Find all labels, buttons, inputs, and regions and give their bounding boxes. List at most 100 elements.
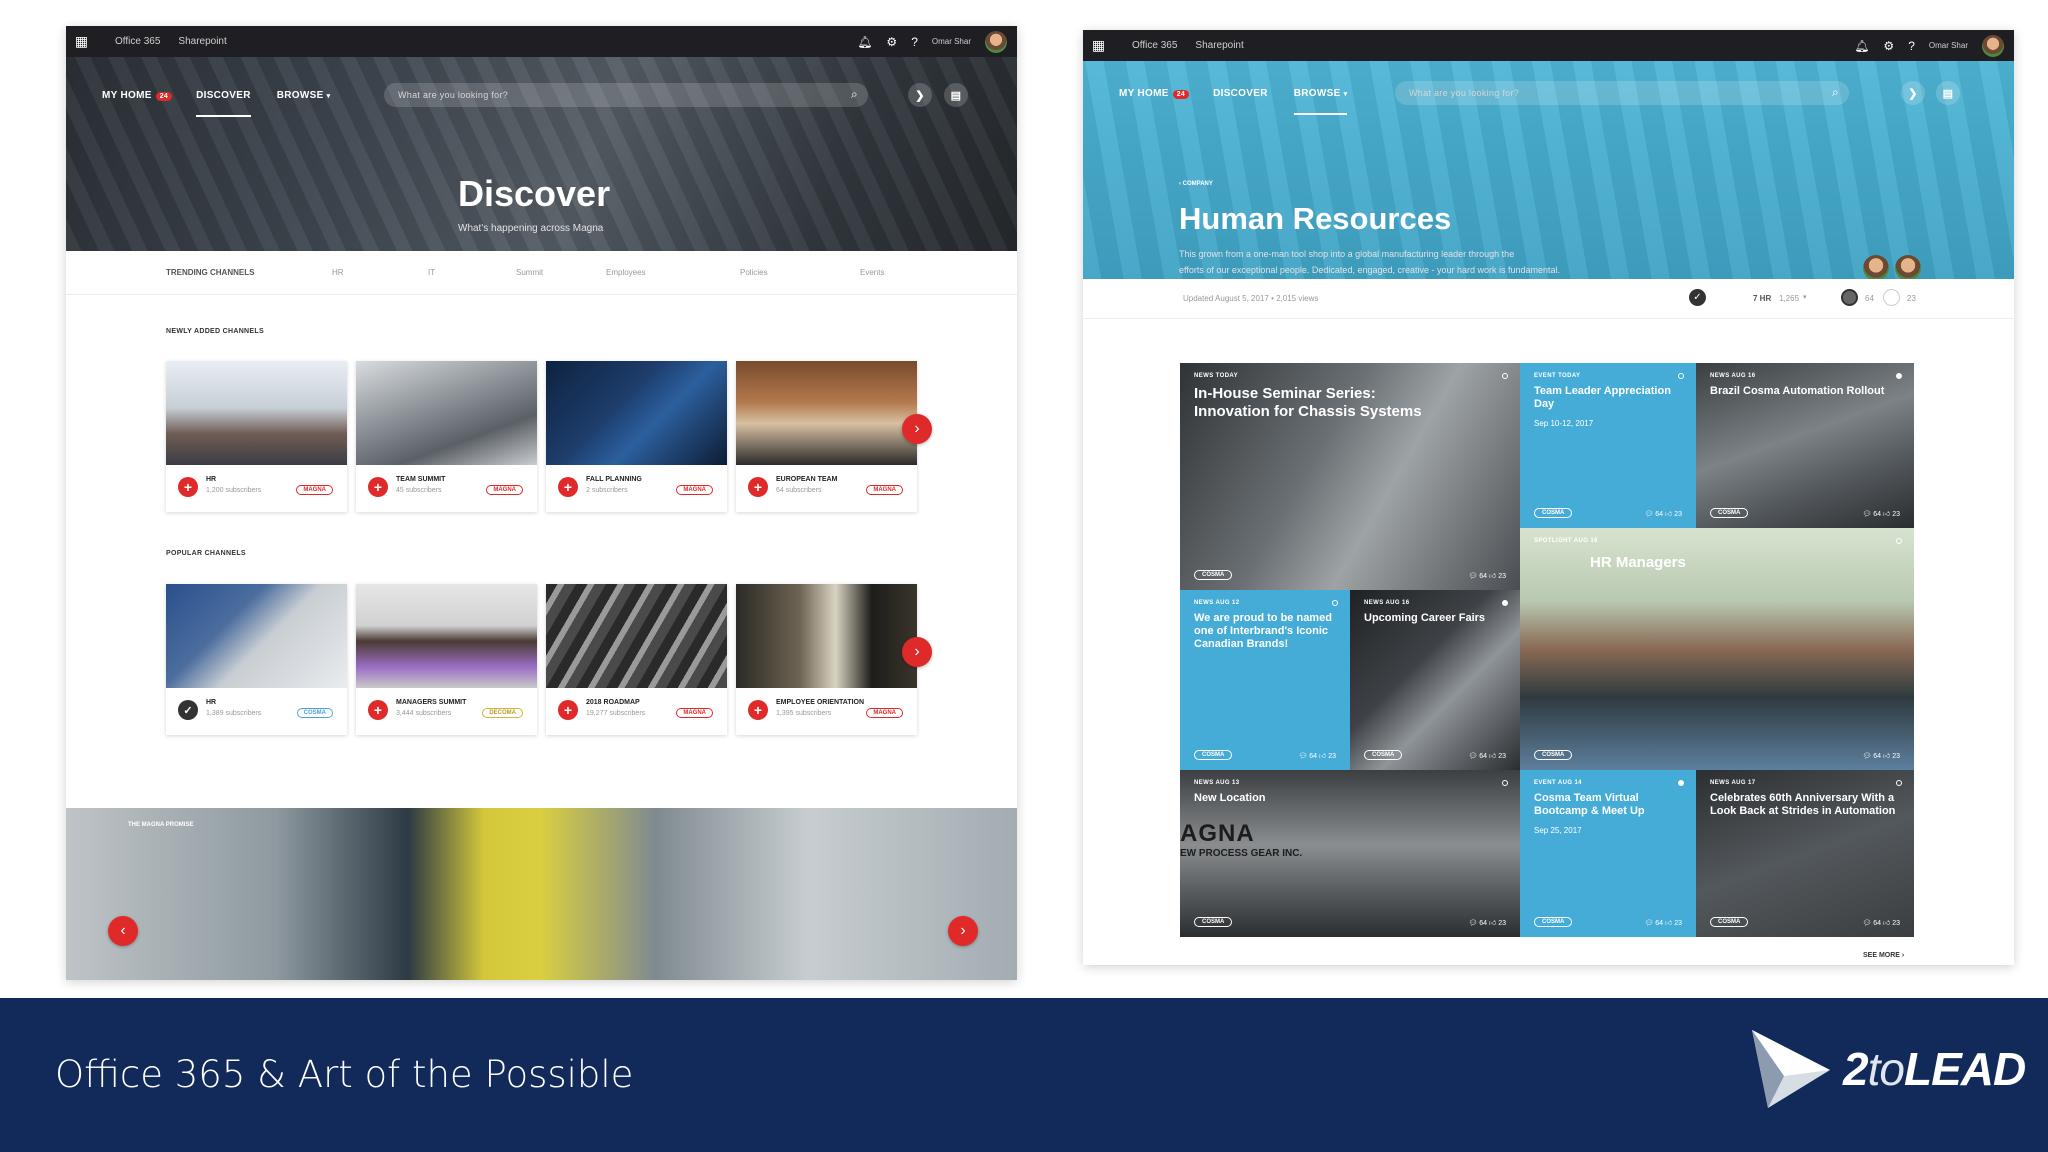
suite-site-link[interactable]: Sharepoint [1195, 40, 1243, 51]
help-icon[interactable]: ? [911, 35, 918, 49]
search-icon[interactable]: ⌕ [1832, 85, 1839, 100]
trending-item[interactable]: HR [332, 268, 344, 277]
channel-subscribers: 45 subscribers [396, 487, 442, 494]
channel-card[interactable]: + EUROPEAN TEAM 64 subscribers MAGNA [736, 361, 917, 512]
trending-item[interactable]: Policies [740, 268, 768, 277]
nav-my-home[interactable]: MY HOME 24 [102, 90, 173, 101]
nav-discover[interactable]: DISCOVER [196, 90, 251, 117]
app-launcher-icon[interactable]: ▦ [66, 26, 97, 57]
see-more-link[interactable]: SEE MORE › [1863, 952, 1904, 959]
tile-title: We are proud to be named one of Interbra… [1194, 612, 1332, 651]
tile-likes: 23 [1498, 920, 1506, 927]
channel-card[interactable]: + FALL PLANNING 2 subscribers MAGNA [546, 361, 727, 512]
bookmark-icon[interactable] [1678, 373, 1684, 379]
carousel-next-button[interactable]: › [902, 637, 932, 667]
news-tile[interactable]: EVENT AUG 14 Cosma Team Virtual Bootcamp… [1520, 770, 1696, 937]
add-icon[interactable]: + [558, 477, 578, 497]
bookmark-icon[interactable] [1896, 373, 1902, 379]
search-input[interactable]: What are you looking for? ⌕ [1395, 81, 1849, 105]
search-input[interactable]: What are you looking for? ⌕ [384, 83, 868, 107]
trending-bar: TRENDING CHANNELS HR IT Summit Employees… [66, 251, 1017, 295]
banner-next-button[interactable]: › [948, 916, 978, 946]
tile-stats: 💬︎ 64 👍︎ 23 [1468, 573, 1506, 580]
nav-my-home[interactable]: MY HOME 24 [1119, 88, 1190, 99]
channel-card[interactable]: + MANAGERS SUMMIT 3,444 subscribers DECO… [356, 584, 537, 735]
bookmark-icon[interactable] [1896, 780, 1902, 786]
app-launcher-icon[interactable]: ▦ [1083, 30, 1114, 61]
news-tile[interactable]: NEWS AUG 16 Brazil Cosma Automation Roll… [1696, 363, 1914, 528]
follow-label[interactable]: 7 HR [1753, 294, 1771, 303]
chevron-down-icon[interactable]: ▾ [1803, 293, 1807, 301]
comment-count: 64 [1865, 294, 1874, 303]
channel-card[interactable]: + TEAM SUMMIT 45 subscribers MAGNA [356, 361, 537, 512]
news-tile[interactable]: NEWS AUG 13 New Location AGNA EW PROCESS… [1180, 770, 1520, 937]
suite-app-link[interactable]: Office 365 [1132, 40, 1177, 51]
brand-prefix: 2 [1843, 1043, 1869, 1095]
main-nav: MY HOME 24 DISCOVER BROWSE ▾ What are you… [1083, 73, 2014, 115]
channel-image [166, 361, 347, 465]
like-icon[interactable] [1883, 289, 1900, 306]
bookmark-icon[interactable] [1332, 600, 1338, 606]
bookmark-icon[interactable] [1502, 780, 1508, 786]
comment-icon[interactable] [1841, 289, 1858, 306]
channel-card[interactable]: + HR 1,200 subscribers MAGNA [166, 361, 347, 512]
channel-card[interactable]: + 2018 ROADMAP 19,277 subscribers MAGNA [546, 584, 727, 735]
channel-name: EMPLOYEE ORIENTATION [776, 699, 865, 706]
calendar-icon[interactable]: ▤ [1936, 81, 1960, 105]
nav-browse[interactable]: BROWSE ▾ [277, 90, 331, 101]
news-tile[interactable]: EVENT TODAY Team Leader Appreciation Day… [1520, 363, 1696, 528]
trending-item[interactable]: Summit [516, 268, 543, 277]
trending-item[interactable]: IT [428, 268, 435, 277]
owner-avatar[interactable] [1863, 255, 1889, 281]
bookmark-icon[interactable] [1502, 373, 1508, 379]
trending-item[interactable]: Employees [606, 268, 646, 277]
suite-app-link[interactable]: Office 365 [115, 36, 160, 47]
check-icon[interactable]: ✓ [178, 700, 198, 720]
news-tile[interactable]: SPOTLIGHT AUG 16 HR Managers COSMA 💬︎ 64… [1520, 528, 1914, 770]
channel-card[interactable]: + EMPLOYEE ORIENTATION 1,395 subscribers… [736, 584, 917, 735]
bookmark-icon[interactable] [1502, 600, 1508, 606]
news-tile[interactable]: NEWS TODAY In-House Seminar Series: Inno… [1180, 363, 1520, 590]
banner-prev-button[interactable]: ‹ [108, 916, 138, 946]
gear-icon[interactable]: ⚙ [1883, 39, 1894, 53]
bookmark-icon[interactable] [1678, 780, 1684, 786]
carousel-next-button[interactable]: › [902, 414, 932, 444]
gear-icon[interactable]: ⚙ [886, 35, 897, 49]
add-icon[interactable]: + [368, 700, 388, 720]
avatar[interactable] [1982, 34, 2004, 57]
breadcrumb[interactable]: ‹ COMPANY [1179, 181, 1213, 187]
description-line: efforts of our exceptional people. Dedic… [1179, 265, 1561, 275]
channel-tag: DECOMA [482, 708, 523, 718]
tile-tag: COSMA [1194, 570, 1233, 580]
news-tile[interactable]: NEWS AUG 16 Upcoming Career Fairs COSMA … [1350, 590, 1520, 770]
news-tile[interactable]: NEWS AUG 12 We are proud to be named one… [1180, 590, 1350, 770]
follow-check-icon[interactable]: ✓ [1689, 289, 1706, 306]
channel-tag: MAGNA [296, 485, 333, 495]
owner-avatar[interactable] [1895, 255, 1921, 281]
feed-icon[interactable]: ❯ [908, 83, 932, 107]
add-icon[interactable]: + [748, 700, 768, 720]
tile-kicker: NEWS AUG 17 [1710, 780, 1756, 786]
channel-tag: MAGNA [866, 485, 903, 495]
nav-browse[interactable]: BROWSE ▾ [1293, 88, 1348, 115]
search-icon[interactable]: ⌕ [851, 87, 858, 102]
help-icon[interactable]: ? [1908, 39, 1915, 53]
add-icon[interactable]: + [748, 477, 768, 497]
bookmark-icon[interactable] [1896, 538, 1902, 544]
bell-icon[interactable]: 🔔︎ [857, 35, 872, 49]
bell-icon[interactable]: 🔔︎ [1854, 39, 1869, 53]
tile-likes: 23 [1892, 920, 1900, 927]
add-icon[interactable]: + [368, 477, 388, 497]
description-line: This grown from a one-man tool shop into… [1179, 249, 1515, 259]
channel-card[interactable]: ✓ HR 1,389 subscribers COSMA [166, 584, 347, 735]
trending-item[interactable]: Events [860, 268, 884, 277]
avatar[interactable] [985, 30, 1007, 53]
add-icon[interactable]: + [558, 700, 578, 720]
feed-icon[interactable]: ❯ [1901, 81, 1925, 105]
news-tile[interactable]: NEWS AUG 17 Celebrates 60th Anniversary … [1696, 770, 1914, 937]
like-count: 23 [1907, 294, 1916, 303]
suite-site-link[interactable]: Sharepoint [178, 36, 226, 47]
calendar-icon[interactable]: ▤ [944, 83, 968, 107]
add-icon[interactable]: + [178, 477, 198, 497]
nav-discover[interactable]: DISCOVER [1213, 88, 1268, 99]
